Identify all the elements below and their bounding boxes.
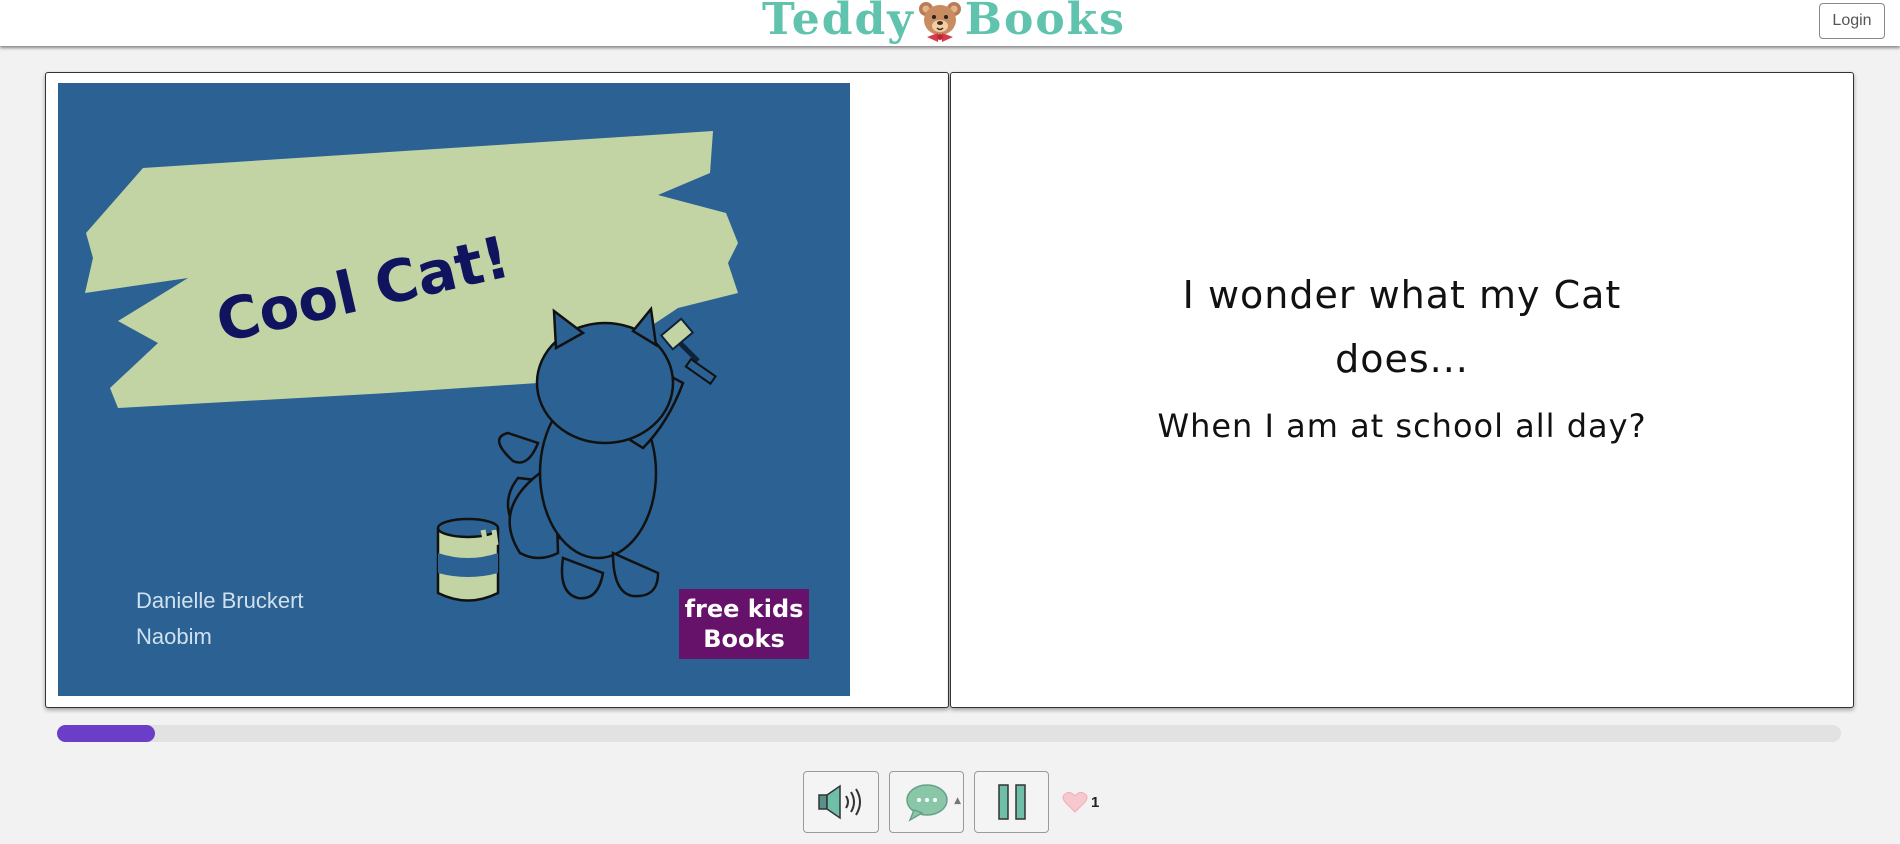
free-kids-books-badge: free kids Books (679, 589, 809, 659)
badge-line-2: Books (703, 625, 785, 653)
logo-text-books: Books (964, 0, 1126, 45)
pause-button[interactable] (974, 771, 1049, 833)
like-count: 1 (1091, 793, 1100, 811)
progress-fill (57, 725, 156, 742)
book-cover: Cool Cat! Danielle Bruckert Naobim free … (58, 83, 850, 696)
story-line-1: I wonder what my Cat (1182, 273, 1622, 317)
sound-button[interactable] (803, 771, 879, 833)
book-right-page[interactable]: I wonder what my Cat does... When I am a… (950, 72, 1854, 708)
speech-bubble-icon (905, 784, 948, 822)
story-text: I wonder what my Cat does... When I am a… (951, 73, 1853, 707)
logo-text-teddy: Teddy (762, 0, 915, 45)
pause-icon (997, 784, 1026, 820)
cover-illustrator: Naobim (136, 624, 212, 649)
like-button[interactable]: 1 (1062, 789, 1099, 815)
teddy-bear-logo-icon (918, 2, 961, 42)
teddybooks-logo[interactable]: Teddy Books (762, 0, 1126, 46)
heart-icon (1062, 791, 1088, 813)
text-display-button[interactable]: ▲ (889, 771, 964, 833)
cover-author: Danielle Bruckert (136, 588, 304, 613)
book-left-page[interactable]: Cool Cat! Danielle Bruckert Naobim free … (45, 72, 949, 708)
cover-credits: Danielle Bruckert Naobim (136, 583, 304, 655)
story-line-2: does... (1335, 337, 1469, 381)
dropdown-caret-icon: ▲ (954, 796, 961, 806)
speaker-icon (818, 784, 861, 820)
top-bar: Teddy Books Login (0, 0, 1900, 46)
badge-line-1: free kids (684, 595, 804, 623)
login-button[interactable]: Login (1819, 3, 1885, 39)
reading-progress-bar[interactable] (57, 725, 1841, 742)
story-line-3: When I am at school all day? (1157, 407, 1647, 445)
